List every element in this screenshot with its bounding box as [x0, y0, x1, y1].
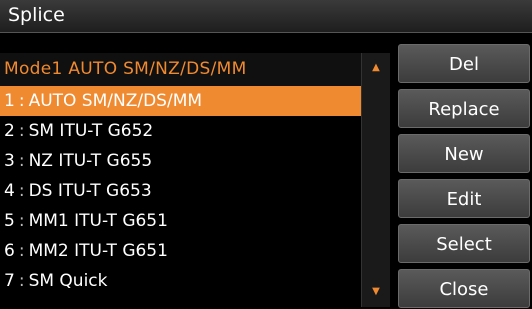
list-item[interactable]: 6: MM2 ITU-T G651	[0, 236, 361, 266]
item-label: MM2 ITU-T G651	[28, 241, 168, 261]
item-separator: :	[18, 121, 25, 141]
item-number: 5	[4, 211, 15, 231]
close-button[interactable]: Close	[398, 269, 530, 308]
item-number: 1	[4, 91, 15, 111]
list-scrollbar[interactable]: ▲ ▼	[361, 53, 390, 307]
item-number: 4	[4, 181, 15, 201]
list-item[interactable]: 3: NZ ITU-T G655	[0, 146, 361, 176]
scroll-down-arrow-icon[interactable]: ▼	[362, 277, 390, 307]
item-label: MM1 ITU-T G651	[28, 211, 168, 231]
scroll-up-arrow-icon[interactable]: ▲	[362, 53, 390, 83]
splice-mode-header: Mode1 AUTO SM/NZ/DS/MM	[0, 53, 361, 86]
item-number: 3	[4, 151, 15, 171]
item-separator: :	[18, 211, 25, 231]
item-label: DS ITU-T G653	[28, 181, 152, 201]
item-separator: :	[18, 151, 25, 171]
item-number: 7	[4, 271, 15, 291]
replace-button[interactable]: Replace	[398, 89, 530, 128]
item-label: SM ITU-T G652	[28, 121, 154, 141]
title-bar: Splice	[0, 0, 532, 33]
list-item[interactable]: 5: MM1 ITU-T G651	[0, 206, 361, 236]
item-label: SM Quick	[28, 271, 108, 291]
item-label: NZ ITU-T G655	[28, 151, 153, 171]
window-title: Splice	[8, 4, 65, 26]
edit-button[interactable]: Edit	[398, 179, 530, 218]
item-number: 2	[4, 121, 15, 141]
list-item[interactable]: 7: SM Quick	[0, 266, 361, 296]
splice-mode-list[interactable]: 1: AUTO SM/NZ/DS/MM 2: SM ITU-T G652 3: NZ …	[0, 86, 361, 307]
item-separator: :	[18, 271, 25, 291]
item-separator: :	[18, 181, 25, 201]
mode-label: Mode1 AUTO SM/NZ/DS/MM	[4, 59, 247, 79]
item-label: AUTO SM/NZ/DS/MM	[28, 91, 203, 111]
new-button[interactable]: New	[398, 134, 530, 173]
list-item[interactable]: 1: AUTO SM/NZ/DS/MM	[0, 86, 361, 116]
item-number: 6	[4, 241, 15, 261]
list-item[interactable]: 4: DS ITU-T G653	[0, 176, 361, 206]
select-button[interactable]: Select	[398, 224, 530, 263]
item-separator: :	[18, 91, 25, 111]
item-separator: :	[18, 241, 25, 261]
del-button[interactable]: Del	[398, 44, 530, 83]
list-item[interactable]: 2: SM ITU-T G652	[0, 116, 361, 146]
